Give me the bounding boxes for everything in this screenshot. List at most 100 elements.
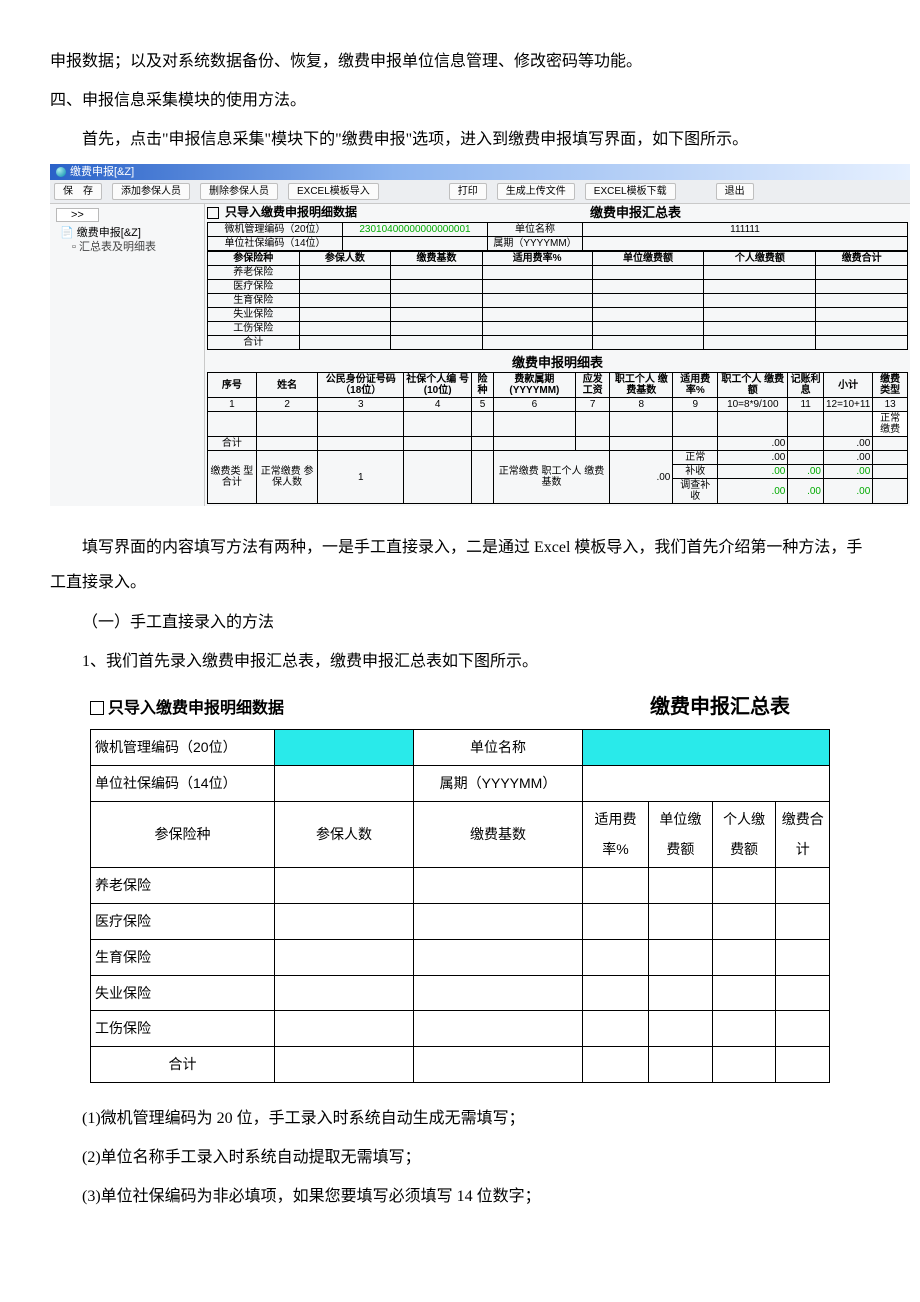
nav-tree: >> 缴费申报[&Z] 汇总表及明细表 <box>50 204 205 507</box>
dcol-name: 姓名 <box>256 373 318 398</box>
zero-cell: .00 <box>823 479 872 504</box>
zero-cell: .00 <box>718 437 788 451</box>
value-code20: 23010400000000000001 <box>343 222 488 236</box>
dcol-base: 职工个人 缴费基数 <box>610 373 673 398</box>
table-row: 生育保险 <box>91 939 275 975</box>
table-row: 失业保险 <box>208 307 300 321</box>
paragraph: 四、申报信息采集模块的使用方法。 <box>50 83 870 118</box>
col2-count: 参保人数 <box>275 801 414 868</box>
paragraph: (3)单位社保编码为非必填项，如果您要填写必须填写 14 位数字； <box>50 1179 870 1214</box>
label-code14: 单位社保编码（14位） <box>208 236 343 250</box>
table-row: 养老保险 <box>208 265 300 279</box>
toolbar: 保 存 添加参保人员 删除参保人员 EXCEL模板导入 打印 生成上传文件 EX… <box>50 180 910 204</box>
col-personfee: 个人缴费额 <box>704 251 816 265</box>
screenshot-1: 缴费申报[&Z] 保 存 添加参保人员 删除参保人员 EXCEL模板导入 打印 … <box>50 164 910 507</box>
main-panel: 只导入缴费申报明细数据 缴费申报汇总表 微机管理编码（20位） 23010400… <box>205 204 910 507</box>
feetype-total-label: 缴费类 型合计 <box>208 451 257 504</box>
value-belong[interactable] <box>583 236 908 250</box>
num-row: 5 <box>472 398 493 412</box>
col-base: 缴费基数 <box>391 251 483 265</box>
paragraph: 首先，点击"申报信息采集"模块下的"缴费申报"选项，进入到缴费申报填写界面，如下… <box>50 122 870 157</box>
dcol-id18: 公民身份证号码 （18位） <box>318 373 404 398</box>
only-detail-text-2: 只导入缴费申报明细数据 <box>108 700 284 717</box>
col-count: 参保人数 <box>299 251 391 265</box>
num-row: 1 <box>208 398 257 412</box>
table-row: 养老保险 <box>91 868 275 904</box>
tree-collapse[interactable]: >> <box>56 208 99 222</box>
normal-fee-cell: 正常缴费 <box>873 412 908 437</box>
only-detail-label: 只导入缴费申报明细数据 <box>225 206 357 219</box>
label-code14-2: 单位社保编码（14位） <box>91 765 275 801</box>
paragraph: （一）手工直接录入的方法 <box>50 605 870 640</box>
label-unitname-2: 单位名称 <box>414 730 583 766</box>
window-titlebar: 缴费申报[&Z] <box>50 164 910 180</box>
dcol-ins: 险种 <box>472 373 493 398</box>
dcol-subtotal: 小计 <box>823 373 872 398</box>
app-icon <box>56 167 66 177</box>
paragraph: (2)单位名称手工录入时系统自动提取无需填写； <box>50 1140 870 1175</box>
tree-item-report[interactable]: 缴费申报[&Z] <box>52 226 202 240</box>
paragraph: (1)微机管理编码为 20 位，手工录入时系统自动生成无需填写； <box>50 1101 870 1136</box>
detail-title: 缴费申报明细表 <box>207 356 908 370</box>
dcol-period: 费款属期 (YYYYMM) <box>493 373 575 398</box>
only-detail-checkbox[interactable] <box>207 207 219 219</box>
zero-cell: .00 <box>718 465 788 479</box>
label-belong-2: 属期（YYYYMM） <box>414 765 583 801</box>
gen-upload-button[interactable]: 生成上传文件 <box>497 183 575 200</box>
num-row: 12=10+11 <box>823 398 872 412</box>
col2-personfee: 个人缴费额 <box>712 801 776 868</box>
excel-download-button[interactable]: EXCEL模板下载 <box>585 183 676 200</box>
value-code14-2[interactable] <box>275 765 414 801</box>
only-detail-label-2: 只导入缴费申报明细数据 <box>90 691 284 726</box>
num-row: 6 <box>493 398 575 412</box>
save-button[interactable]: 保 存 <box>54 183 102 200</box>
summary-info-table-2: 微机管理编码（20位） 单位名称 单位社保编码（14位） 属期（YYYYMM） … <box>90 729 830 1083</box>
num-row: 2 <box>256 398 318 412</box>
num-row: 13 <box>873 398 908 412</box>
label-code20: 微机管理编码（20位） <box>208 222 343 236</box>
col2-rate: 适用费率% <box>583 801 649 868</box>
label-unitname: 单位名称 <box>488 222 583 236</box>
table-row: 医疗保险 <box>208 279 300 293</box>
dcol-id10: 社保个人编 号(10位) <box>404 373 472 398</box>
delete-person-button[interactable]: 删除参保人员 <box>200 183 278 200</box>
dcol-feetype: 缴费类型 <box>873 373 908 398</box>
paragraph: 1、我们首先录入缴费申报汇总表，缴费申报汇总表如下图所示。 <box>50 644 870 679</box>
zero-cell: .00 <box>788 479 824 504</box>
col-rate: 适用费率% <box>482 251 592 265</box>
table-row: 医疗保险 <box>91 903 275 939</box>
print-button[interactable]: 打印 <box>449 183 487 200</box>
zero-cell: .00 <box>823 437 872 451</box>
col2-total: 缴费合计 <box>776 801 830 868</box>
label-code20-2: 微机管理编码（20位） <box>91 730 275 766</box>
value-code14[interactable] <box>343 236 488 250</box>
heji-label: 合计 <box>208 437 257 451</box>
screenshot-2: 只导入缴费申报明细数据 缴费申报汇总表 微机管理编码（20位） 单位名称 单位社… <box>90 685 830 1083</box>
table-row: 失业保险 <box>91 975 275 1011</box>
num-row: 10=8*9/100 <box>718 398 788 412</box>
dcol-rate: 适用费 率% <box>673 373 718 398</box>
value-belong-2[interactable] <box>583 765 830 801</box>
table-row: 工伤保险 <box>91 1011 275 1047</box>
add-person-button[interactable]: 添加参保人员 <box>112 183 190 200</box>
tree-item-summary[interactable]: 汇总表及明细表 <box>52 240 202 254</box>
dcol-no: 序号 <box>208 373 257 398</box>
zero-cell: .00 <box>788 465 824 479</box>
zero-cell: .00 <box>610 451 673 504</box>
summary-title-2: 缴费申报汇总表 <box>650 685 790 729</box>
bushou-label: 补收 <box>673 465 718 479</box>
col2-type: 参保险种 <box>91 801 275 868</box>
normal-label: 正常 <box>673 451 718 465</box>
value-unitname: 111111 <box>583 222 908 236</box>
value-unitname-2[interactable] <box>583 730 830 766</box>
value-code20-2[interactable] <box>275 730 414 766</box>
zero-cell: .00 <box>823 451 872 465</box>
num-row: 7 <box>576 398 610 412</box>
num-row: 4 <box>404 398 472 412</box>
zero-cell: .00 <box>823 465 872 479</box>
table-row: 合计 <box>91 1047 275 1083</box>
excel-import-button[interactable]: EXCEL模板导入 <box>288 183 379 200</box>
only-detail-checkbox-2[interactable] <box>90 701 104 715</box>
exit-button[interactable]: 退出 <box>716 183 754 200</box>
num-row: 3 <box>318 398 404 412</box>
